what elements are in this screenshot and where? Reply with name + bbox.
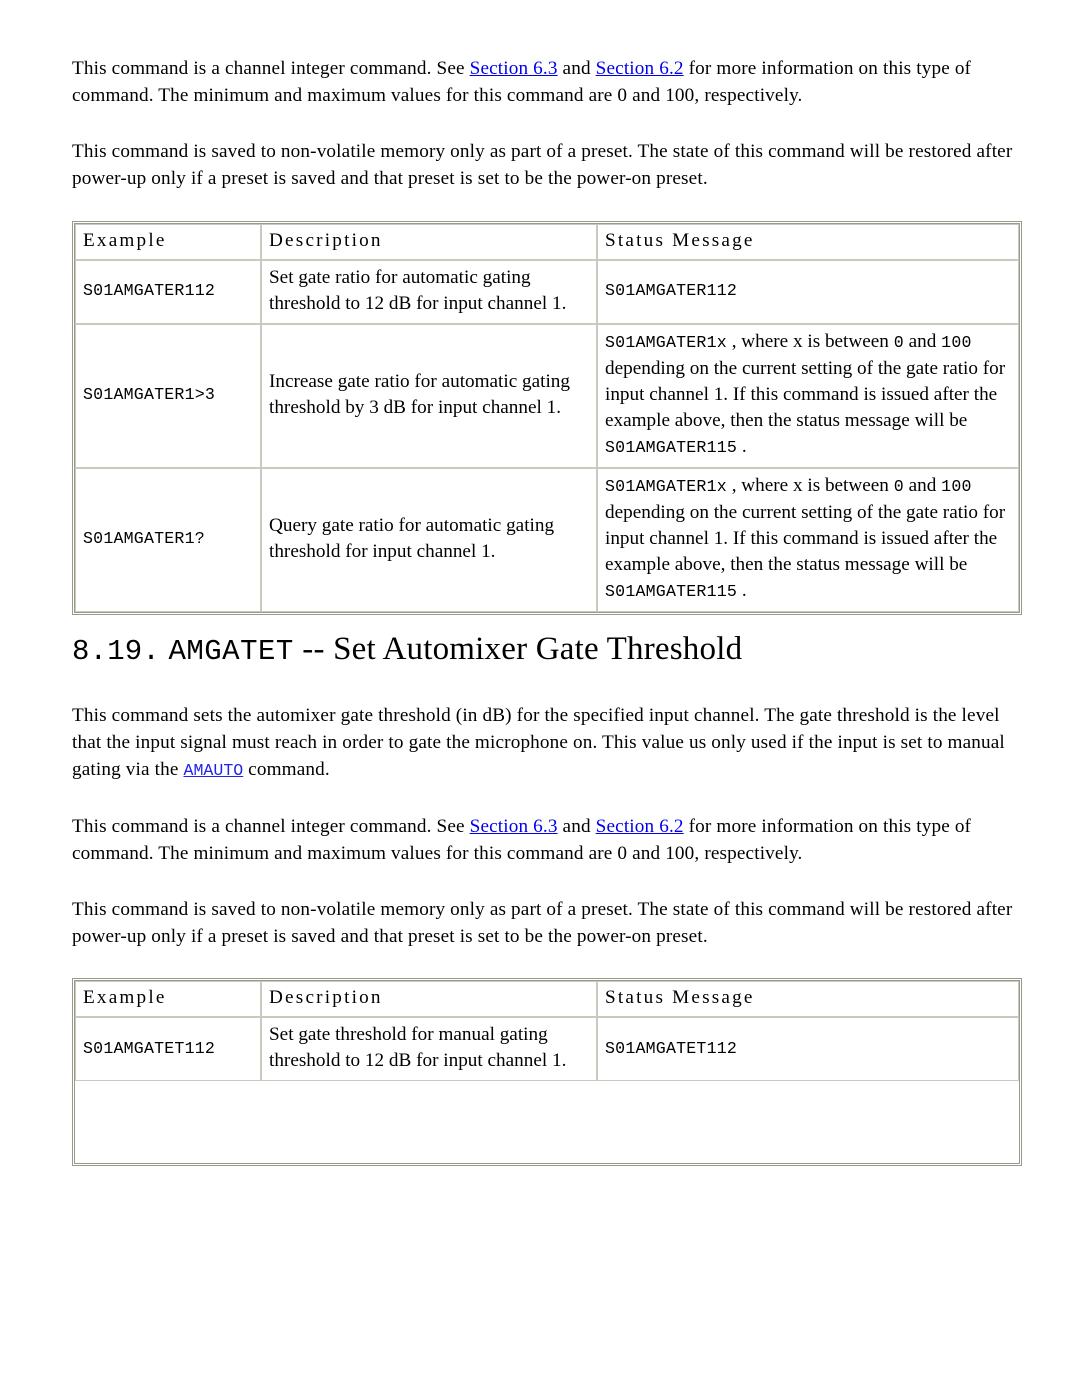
cell-example: S01AMGATET112 <box>75 1017 261 1082</box>
cell-description: Set gate threshold for manual gating thr… <box>261 1017 597 1082</box>
para-text: This command is a channel integer comman… <box>72 58 470 79</box>
table-amgater-examples: Example Description Status Message S01AM… <box>72 220 1022 615</box>
table-header-row: Example Description Status Message <box>75 223 1019 260</box>
table-header-example: Example <box>75 223 261 260</box>
cell-status: S01AMGATER112 <box>597 259 1019 324</box>
section-heading-8-19: 8.19. AMGATET -- Set Automixer Gate Thre… <box>72 629 1022 672</box>
table-wrap-amgater: Example Description Status Message S01AM… <box>72 220 1022 615</box>
table-header-status: Status Message <box>597 981 1019 1018</box>
paragraph-preset-2: This command is saved to non-volatile me… <box>72 898 1013 948</box>
para-text: and <box>557 58 596 79</box>
heading-title: Set Automixer Gate Threshold <box>333 630 743 667</box>
cell-description: Set gate ratio for automatic gating thre… <box>261 259 597 324</box>
table-row: S01AMGATER112 Set gate ratio for automat… <box>75 259 1019 324</box>
heading-number: 8.19. <box>72 634 161 668</box>
cell-description: Increase gate ratio for automatic gating… <box>261 323 597 468</box>
cell-status: S01AMGATET112 <box>597 1017 1019 1082</box>
paragraph-channel-integer-2: This command is a channel integer comman… <box>72 813 1022 868</box>
table-row: S01AMGATER1>3 Increase gate ratio for au… <box>75 323 1019 468</box>
link-amauto[interactable]: AMAUTO <box>183 761 243 780</box>
cell-example: S01AMGATER1>3 <box>75 323 261 468</box>
cell-example: S01AMGATER112 <box>75 259 261 324</box>
document-page: This command is a channel integer comman… <box>0 0 1080 1397</box>
cell-status: S01AMGATER1x , where x is between 0 and … <box>597 323 1019 468</box>
table-header-example: Example <box>75 981 261 1018</box>
para-text: command. <box>243 759 330 781</box>
para-text: and <box>557 815 596 837</box>
table-header-description: Description <box>261 981 597 1018</box>
para-text: This command is a channel integer comman… <box>72 815 470 837</box>
cell-description-empty <box>261 1081 597 1164</box>
table-header-row: Example Description Status Message <box>75 981 1019 1018</box>
table-row: S01AMGATET112 Set gate threshold for man… <box>75 1017 1019 1082</box>
cell-status: S01AMGATER1x , where x is between 0 and … <box>597 467 1019 612</box>
link-section-6-2[interactable]: Section 6.2 <box>596 816 684 837</box>
table-amgatet-examples: Example Description Status Message S01AM… <box>72 978 1022 1167</box>
paragraph-preset-1: This command is saved to non-volatile me… <box>72 140 1013 190</box>
table-header-status: Status Message <box>597 223 1019 260</box>
heading-dashes: -- <box>302 630 325 667</box>
cell-example-empty <box>75 1081 261 1164</box>
cell-description: Query gate ratio for automatic gating th… <box>261 467 597 612</box>
cell-status-empty <box>597 1081 1019 1164</box>
table-wrap-amgatet: Example Description Status Message S01AM… <box>72 978 1022 1167</box>
link-section-6-3[interactable]: Section 6.3 <box>470 816 558 837</box>
table-row: S01AMGATER1? Query gate ratio for automa… <box>75 467 1019 612</box>
table-row-empty <box>75 1081 1019 1164</box>
heading-command: AMGATET <box>168 634 294 668</box>
paragraph-channel-integer-1: This command is a channel integer comman… <box>72 55 1022 110</box>
link-section-6-3[interactable]: Section 6.3 <box>470 58 558 79</box>
link-section-6-2[interactable]: Section 6.2 <box>596 58 684 79</box>
paragraph-intro-amgatet: This command sets the automixer gate thr… <box>72 702 1022 785</box>
page-content: This command is a channel integer comman… <box>72 55 1022 1167</box>
cell-example: S01AMGATER1? <box>75 467 261 612</box>
table-header-description: Description <box>261 223 597 260</box>
